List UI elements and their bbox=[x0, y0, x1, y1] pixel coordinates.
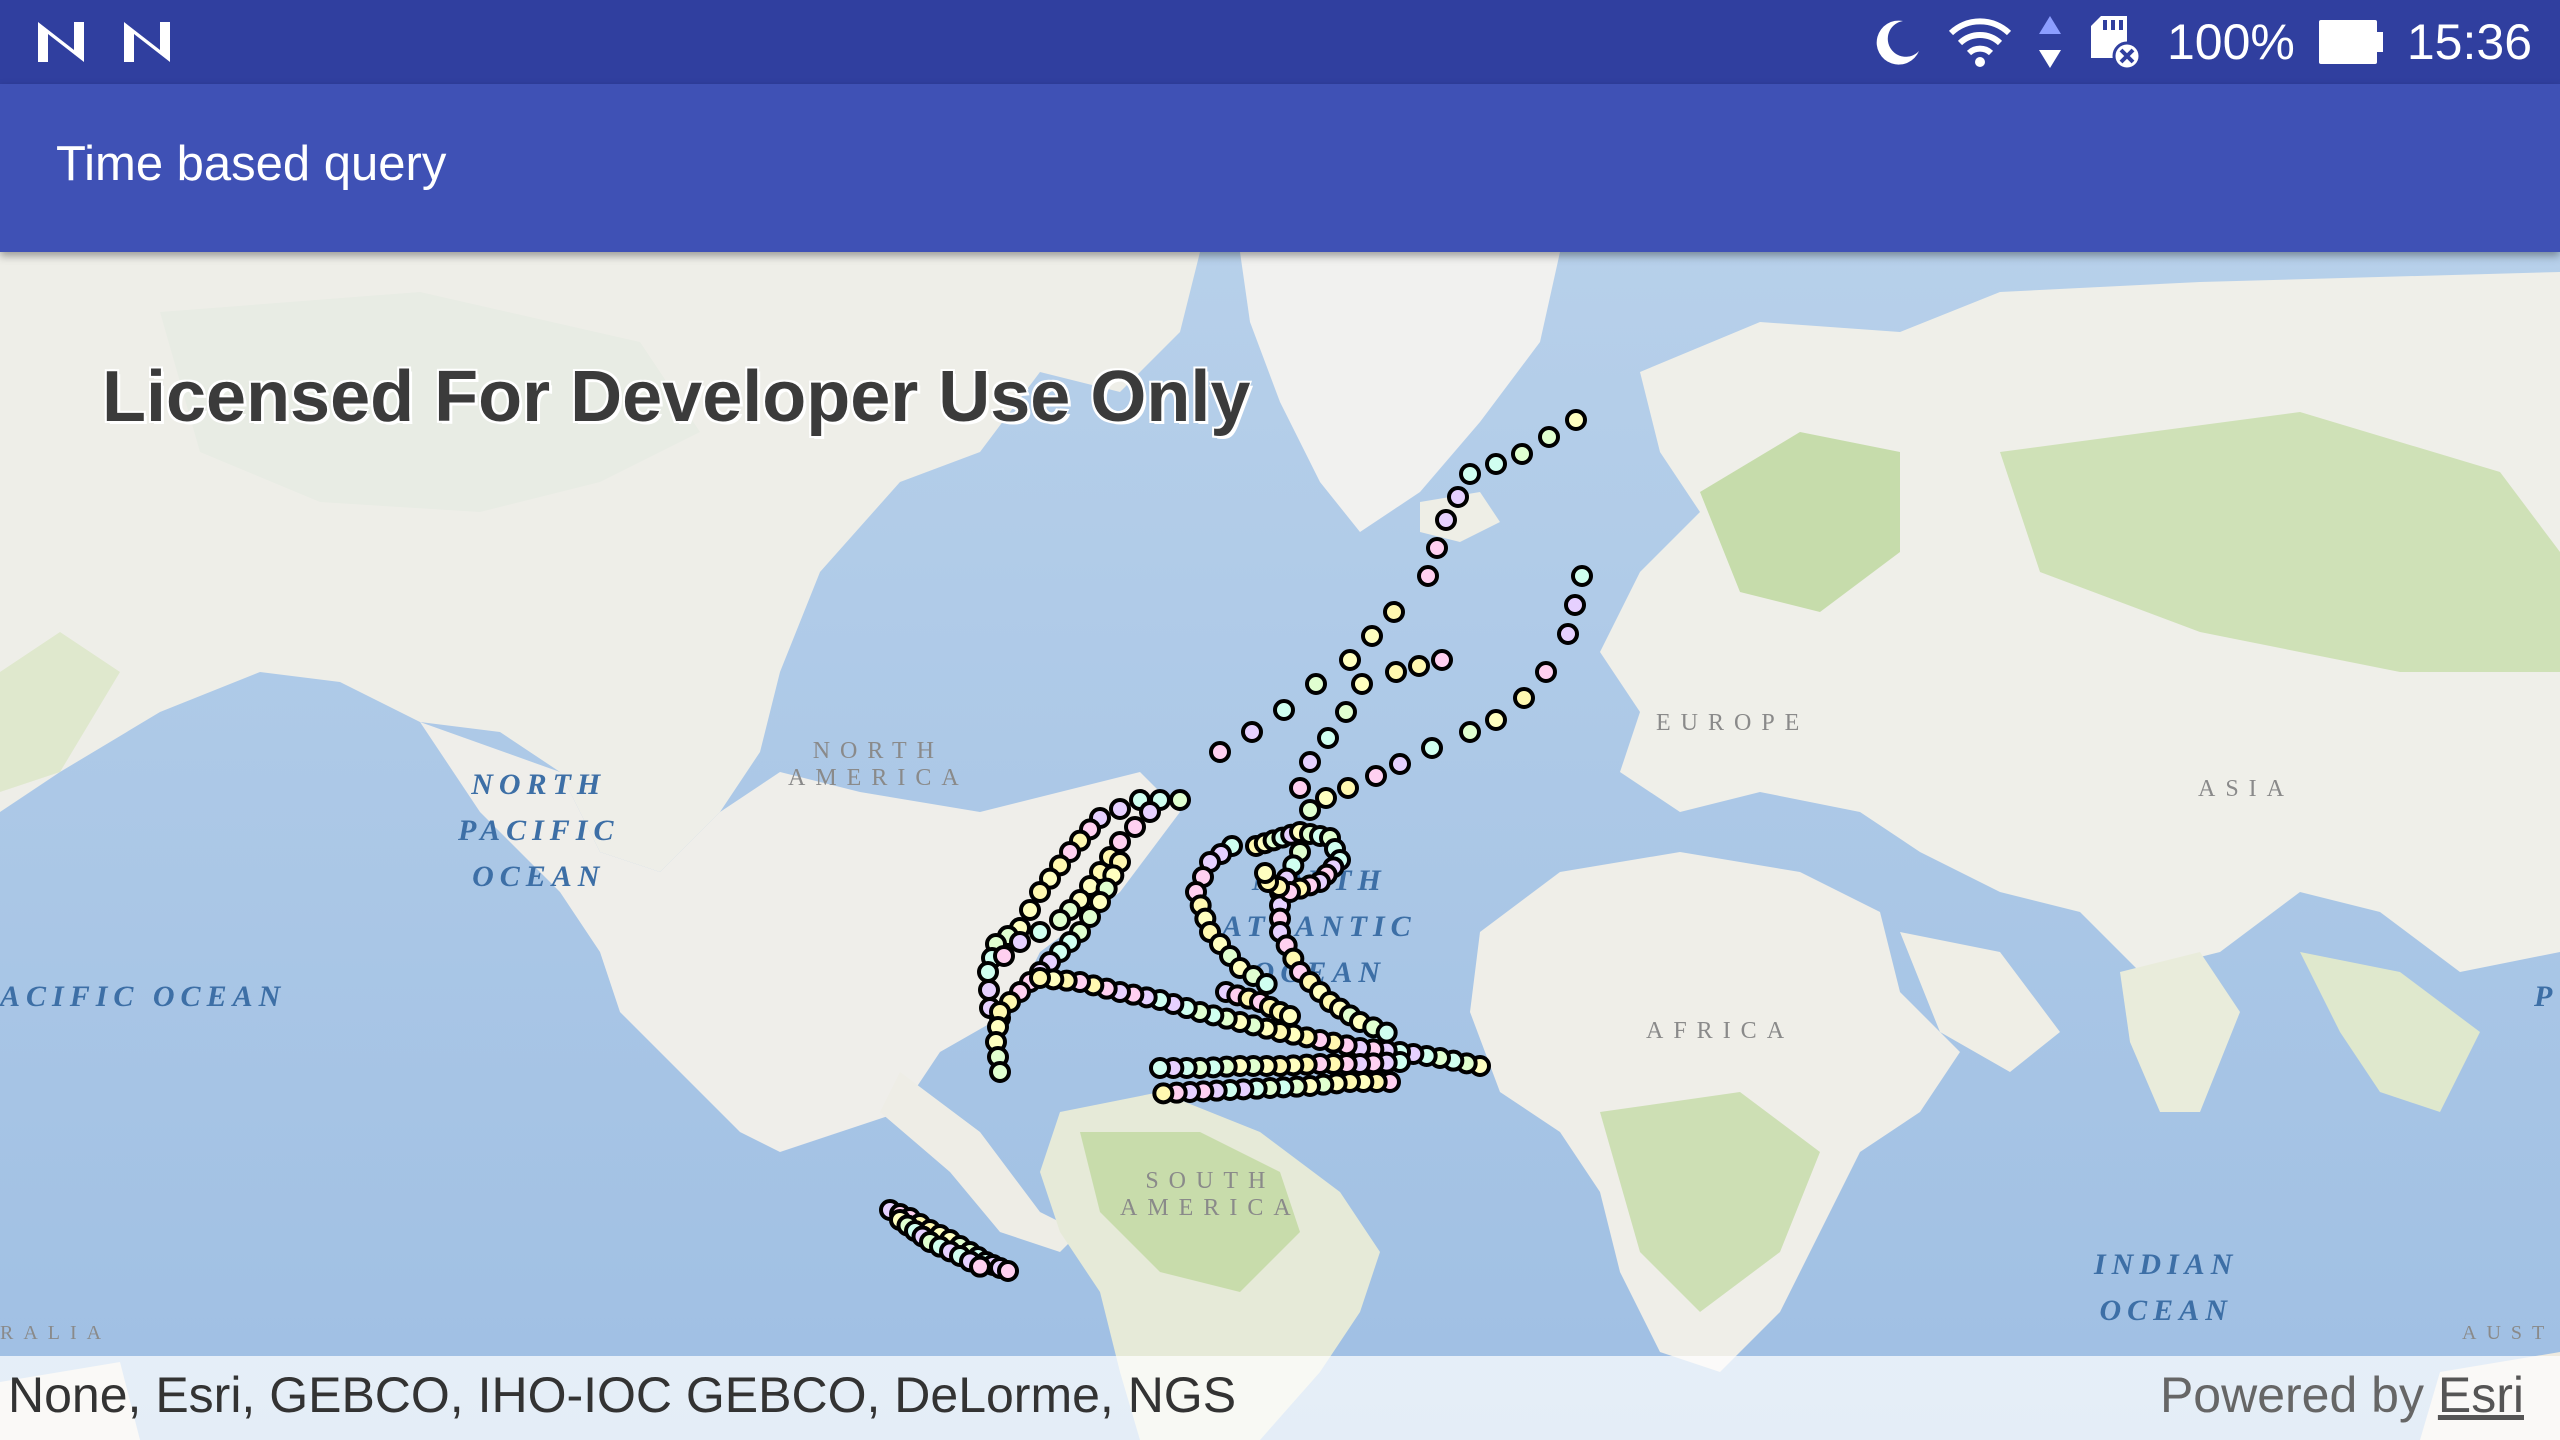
track-point bbox=[1565, 409, 1587, 431]
track-point bbox=[1361, 625, 1383, 647]
track-point bbox=[1435, 509, 1457, 531]
track-point bbox=[1383, 601, 1405, 623]
n-notification-icon bbox=[124, 22, 170, 62]
track-point bbox=[1535, 661, 1557, 683]
track-point bbox=[1538, 426, 1560, 448]
track-point bbox=[1447, 486, 1469, 508]
track-point bbox=[1241, 721, 1263, 743]
track-point bbox=[1299, 751, 1321, 773]
track-point bbox=[1485, 709, 1507, 731]
track-point bbox=[1417, 565, 1439, 587]
track-point bbox=[1317, 727, 1339, 749]
powered-by-label: Powered by bbox=[2159, 1367, 2438, 1423]
track-point bbox=[1564, 594, 1586, 616]
track-point bbox=[1337, 777, 1359, 799]
battery-percent: 100% bbox=[2166, 14, 2295, 70]
hurricane-tracks bbox=[879, 409, 1593, 1282]
battery-icon bbox=[2318, 18, 2383, 66]
track-point bbox=[1109, 798, 1131, 820]
track-point bbox=[1279, 1005, 1301, 1027]
track-point bbox=[1049, 909, 1071, 931]
sd-card-icon bbox=[2090, 16, 2142, 70]
track-point bbox=[978, 979, 1000, 1001]
track-point bbox=[1152, 1082, 1175, 1105]
track-point bbox=[977, 961, 999, 983]
track-point bbox=[1124, 816, 1146, 838]
track-point bbox=[1029, 881, 1051, 903]
moon-icon bbox=[1876, 20, 1919, 65]
map-view[interactable]: Licensed For Developer Use Only NORTH AM… bbox=[0, 252, 2560, 1440]
track-point bbox=[1389, 753, 1411, 775]
track-point bbox=[1299, 799, 1321, 821]
attribution-text: None, Esri, GEBCO, IHO-IOC GEBCO, DeLorm… bbox=[8, 1367, 1237, 1423]
track-point bbox=[1459, 721, 1481, 743]
track-point bbox=[1385, 661, 1407, 683]
track-point bbox=[1009, 931, 1031, 953]
n-notification-icon bbox=[38, 22, 84, 62]
data-arrows-icon bbox=[2038, 16, 2061, 68]
track-point bbox=[1305, 673, 1327, 695]
track-point bbox=[1209, 741, 1231, 763]
track-point bbox=[1019, 899, 1041, 921]
wifi-icon bbox=[1948, 18, 2012, 67]
app-title: Time based query bbox=[56, 137, 447, 191]
track-point bbox=[1351, 673, 1373, 695]
track-point bbox=[1365, 765, 1387, 787]
track-point bbox=[1431, 649, 1453, 671]
track-point bbox=[989, 1061, 1011, 1083]
track-point bbox=[1315, 787, 1337, 809]
powered-by: Powered by Esri bbox=[2160, 1366, 2524, 1424]
track-point bbox=[1408, 655, 1430, 677]
track-point bbox=[1485, 453, 1507, 475]
esri-link[interactable]: Esri bbox=[2438, 1367, 2524, 1423]
track-point bbox=[1557, 623, 1579, 645]
track-point bbox=[993, 945, 1015, 967]
track-point bbox=[1169, 789, 1191, 811]
track-point bbox=[1513, 687, 1535, 709]
track-point bbox=[1255, 973, 1278, 995]
track-point bbox=[1571, 565, 1593, 587]
track-point bbox=[1335, 701, 1357, 723]
app-bar: Time based query bbox=[0, 84, 2560, 252]
attribution-bar: None, Esri, GEBCO, IHO-IOC GEBCO, DeLorm… bbox=[0, 1356, 2560, 1440]
track-point bbox=[1149, 1057, 1171, 1079]
track-point bbox=[1459, 463, 1481, 485]
track-point bbox=[1426, 537, 1448, 559]
track-point bbox=[1289, 777, 1311, 799]
track-point bbox=[1339, 649, 1361, 671]
status-bar: 100% 15:36 bbox=[0, 0, 2560, 84]
track-point bbox=[997, 1260, 1019, 1282]
track-point bbox=[1511, 443, 1533, 465]
track-point bbox=[1029, 967, 1051, 989]
track-point bbox=[1273, 699, 1295, 721]
track-point bbox=[1139, 801, 1161, 823]
clock: 15:36 bbox=[2406, 14, 2532, 70]
track-point bbox=[969, 1255, 991, 1278]
track-point bbox=[1375, 1021, 1398, 1044]
track-point bbox=[1254, 862, 1276, 884]
track-point bbox=[1029, 921, 1051, 943]
track-point bbox=[1421, 737, 1443, 759]
